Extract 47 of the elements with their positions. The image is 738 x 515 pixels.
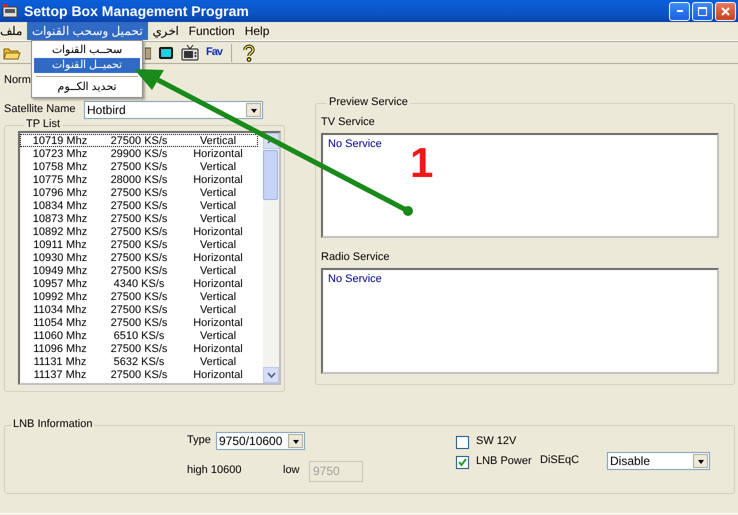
list-row[interactable]: 10719 Mhz 27500 KS/s Vertical (20, 134, 258, 147)
list-row[interactable]: 11034 Mhz 27500 KS/s Vertical (20, 303, 258, 316)
list-row[interactable]: 10930 Mhz 27500 KS/s Horizontal (20, 251, 258, 264)
list-row[interactable]: 10796 Mhz 27500 KS/s Vertical (20, 186, 258, 199)
list-row[interactable]: 10775 Mhz 28000 KS/s Horizontal (20, 173, 258, 186)
field-label: DiSEqC (540, 454, 580, 468)
list-row[interactable]: 10758 Mhz 27500 KS/s Vertical (20, 160, 258, 173)
group-title: TP List (25, 119, 62, 130)
list-row[interactable]: 10873 Mhz 27500 KS/s Vertical (20, 212, 258, 225)
checkbox-label: LNB Power (476, 455, 532, 469)
field-label: low (283, 464, 301, 478)
group-title: Preview Service (328, 97, 409, 108)
list-row[interactable]: 11137 Mhz 27500 KS/s Horizontal (20, 368, 258, 381)
list-row[interactable]: 11096 Mhz 27500 KS/s Horizontal (20, 342, 258, 355)
field-label: high 10600 (187, 464, 242, 478)
mode-label: Norm (4, 74, 31, 88)
favorites-button[interactable]: Fav (204, 42, 224, 62)
field-label: Type (187, 434, 212, 448)
menu-option[interactable]: سحــب القنوات (34, 43, 140, 58)
field-label: Satellite Name (4, 103, 77, 117)
section-label: Radio Service (321, 251, 390, 264)
list-row[interactable]: 10992 Mhz 27500 KS/s Vertical (20, 290, 258, 303)
list-row[interactable]: 11131 Mhz 5632 KS/s Vertical (20, 355, 258, 368)
menu-option[interactable]: تحميــل القنوات (34, 58, 140, 73)
menu-item[interactable]: اخري (148, 22, 184, 40)
type-dropdown[interactable]: 9750/10600 (216, 432, 305, 450)
list-row[interactable]: 10949 Mhz 27500 KS/s Vertical (20, 264, 258, 277)
menu-item[interactable]: تحميل وسحب القنوات (27, 22, 148, 40)
menu-item[interactable]: Help (240, 22, 274, 40)
section-label: TV Service (321, 116, 376, 130)
list-row[interactable]: 10834 Mhz 27500 KS/s Vertical (20, 199, 258, 212)
menu-item[interactable]: Function (184, 22, 240, 40)
list-row[interactable]: 10723 Mhz 29900 KS/s Horizontal (20, 147, 258, 160)
list-row[interactable]: 10957 Mhz 4340 KS/s Horizontal (20, 277, 258, 290)
list-row[interactable]: 10892 Mhz 27500 KS/s Horizontal (20, 225, 258, 238)
menu-option[interactable]: تحديد الكــوم (34, 80, 140, 95)
list-row[interactable]: 11054 Mhz 27500 KS/s Horizontal (20, 316, 258, 329)
checkbox-label: SW 12V (476, 435, 516, 449)
window-title: Settop Box Management Program (24, 2, 249, 20)
list-row[interactable]: 10911 Mhz 27500 KS/s Vertical (20, 238, 258, 251)
menu-item[interactable]: ملف (0, 22, 27, 40)
group-title: LNB Information (12, 419, 94, 430)
diseqc-dropdown[interactable]: Disable (607, 452, 710, 470)
list-row[interactable]: 11060 Mhz 6510 KS/s Vertical (20, 329, 258, 342)
annotation-number: 1 (410, 142, 434, 184)
satellite-dropdown[interactable]: Hotbird (84, 101, 263, 119)
list-item[interactable]: No Service (328, 273, 712, 287)
